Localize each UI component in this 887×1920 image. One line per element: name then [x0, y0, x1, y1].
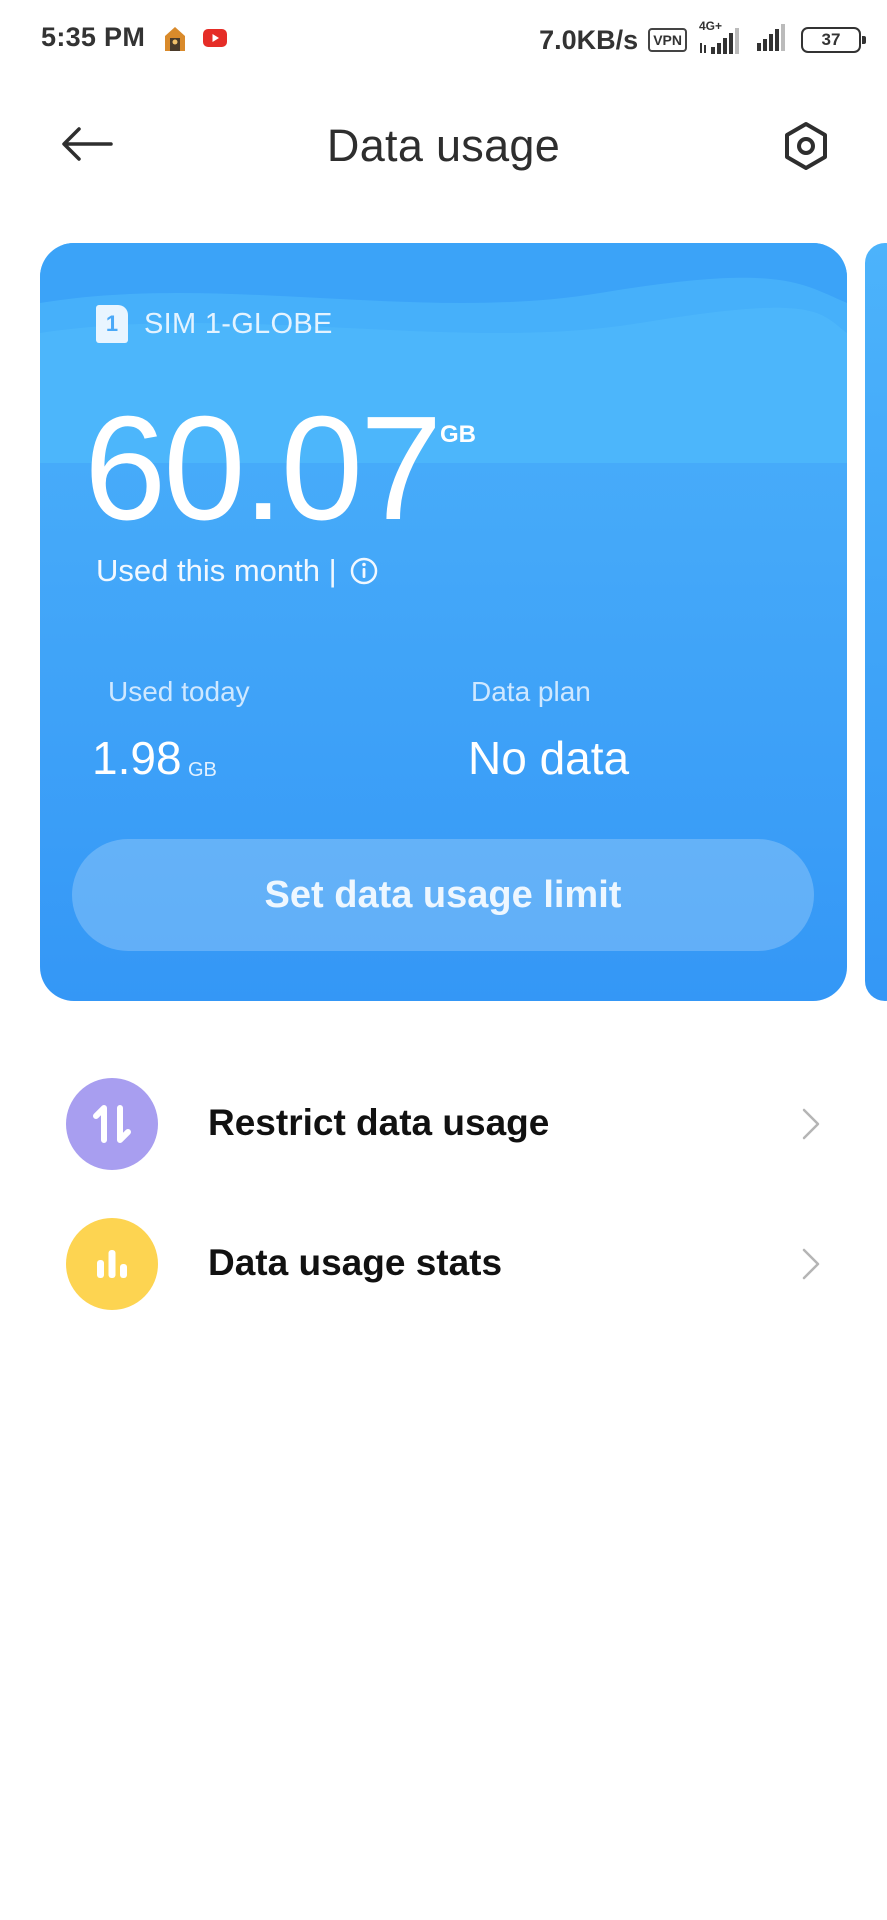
- used-today-unit: GB: [188, 759, 217, 781]
- used-month-value: 60.07: [84, 386, 442, 551]
- used-today-label: Used today: [108, 676, 250, 707]
- info-icon[interactable]: [349, 556, 379, 586]
- header: Data usage: [0, 100, 887, 190]
- sim-card-icon: 1: [96, 305, 128, 343]
- restrict-data-usage-item[interactable]: Restrict data usage: [0, 1064, 887, 1184]
- list-item-label: Restrict data usage: [208, 1102, 550, 1143]
- battery-icon: 37: [801, 27, 866, 53]
- sim-label: SIM 1-GLOBE: [144, 307, 333, 340]
- list-item-label: Data usage stats: [208, 1242, 503, 1283]
- data-plan-value: No data: [468, 732, 630, 784]
- signal-icon: 4G+: [697, 19, 745, 57]
- used-month-label: Used this month |: [96, 553, 337, 588]
- used-today-value: 1.98: [92, 732, 182, 784]
- settings-button[interactable]: [776, 116, 836, 176]
- signal-icon: [755, 23, 791, 58]
- chevron-right-icon: [802, 1108, 820, 1140]
- used-month-row: Used this month |: [96, 553, 379, 589]
- up-down-arrows-icon: [66, 1078, 158, 1170]
- page-title: Data usage: [326, 120, 561, 171]
- sim-row: 1 SIM 1-GLOBE: [96, 305, 333, 343]
- settings-hexagon-icon: [785, 122, 827, 170]
- network-speed: 7.0KB/s: [539, 24, 639, 55]
- youtube-icon: [203, 29, 227, 52]
- bar-chart-icon: [66, 1218, 158, 1310]
- data-plan-label: Data plan: [471, 676, 591, 707]
- chevron-right-icon: [802, 1248, 820, 1280]
- notification-app-icon: [164, 26, 186, 57]
- data-usage-stats-item[interactable]: Data usage stats: [0, 1204, 887, 1324]
- battery-level: 37: [821, 30, 841, 49]
- next-sim-card-peek[interactable]: [865, 243, 887, 1001]
- sim-usage-card[interactable]: 1 SIM 1-GLOBE 60.07 GB Used this month |…: [40, 243, 847, 1001]
- status-time: 5:35 PM: [41, 22, 146, 52]
- status-right-group: 7.0KB/s VPN 4G+ 37: [539, 19, 866, 60]
- status-bar: 5:35 PM 7.0KB/s VPN 4G+ 37: [0, 0, 887, 80]
- used-month-unit: GB: [440, 421, 476, 448]
- vpn-badge: VPN: [648, 28, 687, 52]
- set-data-limit-button[interactable]: Set data usage limit: [72, 839, 814, 951]
